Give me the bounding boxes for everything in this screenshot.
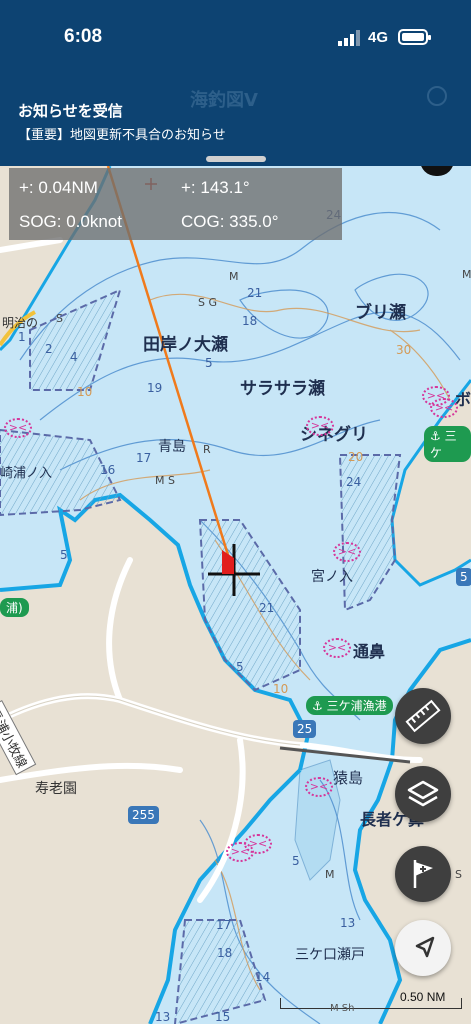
notification-title: お知らせを受信: [18, 102, 123, 120]
search-icon[interactable]: [427, 86, 447, 106]
signal-icon: [338, 30, 360, 46]
sog-value: SOG: 0.0knot: [19, 212, 122, 231]
navigation-readout: +: 0.04NM +: 143.1° SOG: 0.0knot COG: 33…: [9, 168, 342, 240]
battery-icon: [398, 29, 431, 45]
distance-value: +: 0.04NM: [19, 178, 98, 197]
layers-icon: [407, 780, 439, 807]
clock: 6:08: [64, 26, 103, 47]
layers-button[interactable]: [395, 766, 451, 822]
ruler-button[interactable]: [395, 688, 451, 744]
add-waypoint-button[interactable]: [395, 846, 451, 902]
location-arrow-icon: [415, 936, 435, 958]
ruler-icon: [405, 699, 441, 733]
cog-value: COG: 335.0°: [181, 212, 279, 231]
bearing-value: +: 143.1°: [181, 178, 250, 197]
drag-handle[interactable]: [206, 156, 266, 162]
network-type: 4G: [368, 29, 389, 46]
flag-plus-icon: [413, 860, 433, 888]
location-button[interactable]: [395, 920, 451, 976]
notification-body: 【重要】地図更新不具合のお知らせ: [18, 128, 226, 143]
notification-banner[interactable]: 6:08 4G 海釣図V お知らせを受信 【重要】地図更新不具合のお知らせ: [0, 0, 471, 166]
app-title: 海釣図V: [190, 90, 258, 111]
